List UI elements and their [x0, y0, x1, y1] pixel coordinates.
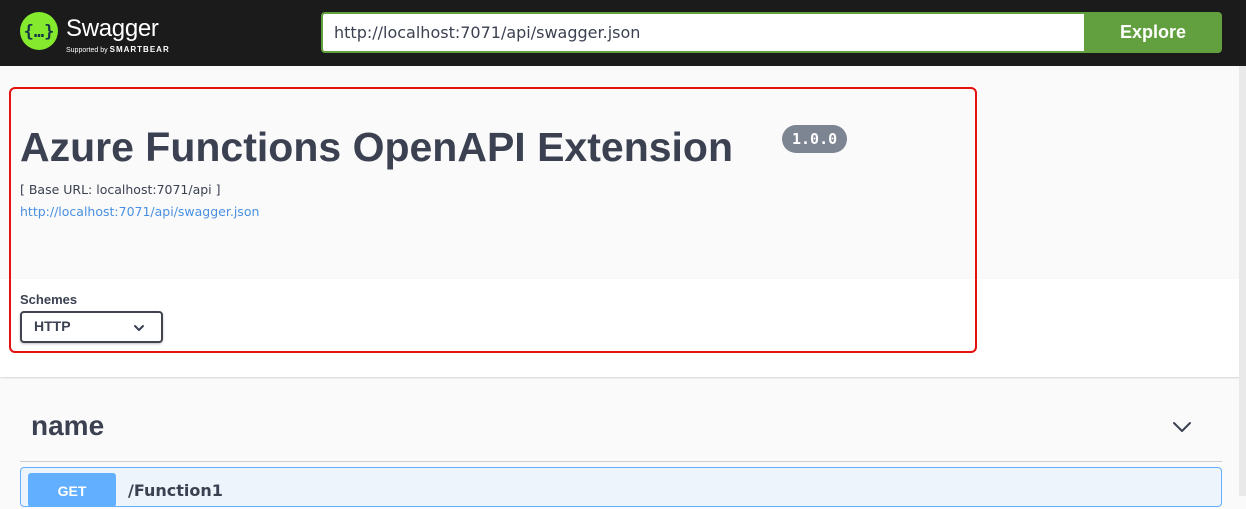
spec-url-input[interactable]: [321, 12, 1086, 53]
svg-text:{…}: {…}: [24, 22, 55, 42]
http-method-badge: GET: [28, 473, 116, 507]
topbar: {…} Swagger Supported by SMARTBEAR Explo…: [0, 0, 1246, 66]
swagger-logo[interactable]: {…} Swagger Supported by SMARTBEAR: [19, 11, 179, 57]
brand-name: Swagger: [66, 15, 159, 42]
tag-name: name: [31, 410, 105, 441]
swagger-logo-icon: {…}: [20, 12, 58, 50]
smartbear-text: SMARTBEAR: [109, 45, 170, 54]
supported-by-text: Supported by: [66, 47, 108, 54]
brand-tagline: Supported by SMARTBEAR: [66, 45, 170, 54]
page-scrollbar[interactable]: [1239, 66, 1246, 496]
highlight-box: [9, 87, 977, 353]
operation-get-function1[interactable]: GET /Function1: [20, 467, 1222, 507]
spec-url-form: Explore: [321, 12, 1222, 53]
explore-button[interactable]: Explore: [1084, 12, 1222, 53]
chevron-down-icon[interactable]: [1170, 415, 1194, 439]
tag-section-header[interactable]: name: [20, 400, 1222, 462]
operation-path: /Function1: [128, 481, 223, 500]
